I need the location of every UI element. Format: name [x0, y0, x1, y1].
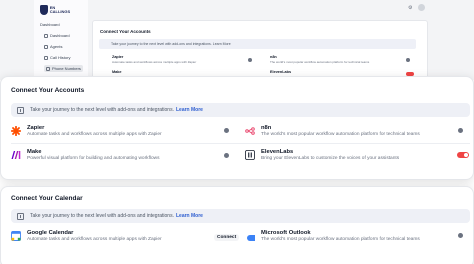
- hash-icon: [46, 66, 50, 71]
- settings-icon: ⚙: [408, 5, 413, 11]
- integration-desc: Powerful visual platform for building an…: [27, 156, 160, 161]
- integration-n8n[interactable]: n8n The world's most popular workflow au…: [245, 125, 420, 138]
- integration-zapier[interactable]: Zapier Automate tasks and workflows acro…: [11, 125, 162, 138]
- integration-desc: Automate tasks and workflows across mult…: [27, 132, 162, 137]
- divider: [11, 143, 470, 144]
- google-calendar-connect-button[interactable]: Connect: [214, 234, 240, 241]
- accounts-info-banner: Take your journey to the next level with…: [11, 103, 470, 117]
- background-nav-item: Dashboard: [40, 22, 60, 27]
- background-nav-item: Call History: [44, 55, 70, 60]
- banner-text: Take your journey to the next level with…: [30, 213, 174, 219]
- elevenlabs-icon: [245, 150, 255, 160]
- background-banner: Take your journey to the next level with…: [99, 39, 416, 49]
- zapier-icon: [11, 126, 21, 136]
- calendar-info-banner: Take your journey to the next level with…: [11, 209, 470, 223]
- background-nav-item: Phone Numbers: [44, 65, 83, 72]
- background-row-name: n8n: [270, 55, 277, 59]
- integration-outlook[interactable]: Microsoft Outlook The world's most popul…: [245, 230, 420, 243]
- background-title: Connect Your Accounts: [100, 29, 151, 34]
- calendar-card: Connect Your Calendar Take your journey …: [0, 186, 474, 264]
- outlook-icon: [245, 231, 255, 241]
- status-dot[interactable]: [224, 153, 229, 158]
- background-logo: EN CALLINGS: [40, 4, 76, 16]
- integration-desc: Bring your ElevenLabs to customize the v…: [261, 156, 400, 161]
- avatar: [418, 4, 425, 11]
- accounts-card: Connect Your Accounts Take your journey …: [0, 76, 474, 180]
- background-row-name: ElevenLabs: [270, 70, 292, 74]
- background-row-desc: Automate tasks and workflows across mult…: [112, 60, 197, 64]
- integration-make[interactable]: Make Powerful visual platform for buildi…: [11, 149, 160, 162]
- integration-desc: Automate tasks and workflows across mult…: [27, 237, 162, 242]
- status-dot[interactable]: [224, 128, 229, 133]
- google-calendar-icon: [11, 231, 21, 241]
- integration-elevenlabs[interactable]: ElevenLabs Bring your ElevenLabs to cust…: [245, 149, 399, 162]
- integration-name: Google Calendar: [27, 230, 74, 236]
- background-nav-item: Dashboard: [44, 33, 70, 38]
- background-app-screenshot: EN CALLINGS Dashboard Dashboard Agents C…: [0, 0, 474, 80]
- integration-name: Make: [27, 149, 42, 155]
- background-nav-item: Agents: [44, 44, 62, 49]
- info-icon: [17, 106, 24, 114]
- learn-more-link[interactable]: Learn More: [176, 213, 203, 219]
- status-dot[interactable]: [458, 233, 463, 238]
- integration-name: n8n: [261, 125, 272, 131]
- background-status-dot: [248, 58, 252, 62]
- status-dot[interactable]: [458, 128, 463, 133]
- background-row-desc: The world's most popular workflow automa…: [270, 60, 370, 64]
- integration-desc: The world's most popular workflow automa…: [261, 132, 420, 137]
- integration-google-calendar[interactable]: Google Calendar Automate tasks and workf…: [11, 230, 162, 243]
- banner-text: Take your journey to the next level with…: [30, 107, 174, 113]
- calendar-card-title: Connect Your Calendar: [11, 195, 83, 202]
- background-row-name: Zapier: [112, 55, 124, 59]
- phone-icon: [44, 55, 48, 60]
- background-status-dot: [406, 58, 410, 62]
- integration-desc: The world's most popular workflow automa…: [261, 237, 420, 242]
- integration-name: Microsoft Outlook: [261, 230, 311, 236]
- integration-name: ElevenLabs: [261, 149, 294, 155]
- info-icon: [17, 212, 24, 220]
- integration-name: Zapier: [27, 125, 45, 131]
- agent-icon: [44, 44, 48, 49]
- shield-icon: [40, 5, 48, 15]
- background-row-name: Make: [112, 70, 122, 74]
- accounts-card-title: Connect Your Accounts: [11, 87, 85, 94]
- learn-more-link[interactable]: Learn More: [176, 107, 203, 113]
- elevenlabs-toggle[interactable]: [457, 152, 469, 158]
- n8n-icon: [245, 126, 255, 136]
- grid-icon: [44, 33, 48, 38]
- make-icon: [11, 150, 21, 160]
- background-logo-text: EN CALLINGS: [49, 5, 71, 14]
